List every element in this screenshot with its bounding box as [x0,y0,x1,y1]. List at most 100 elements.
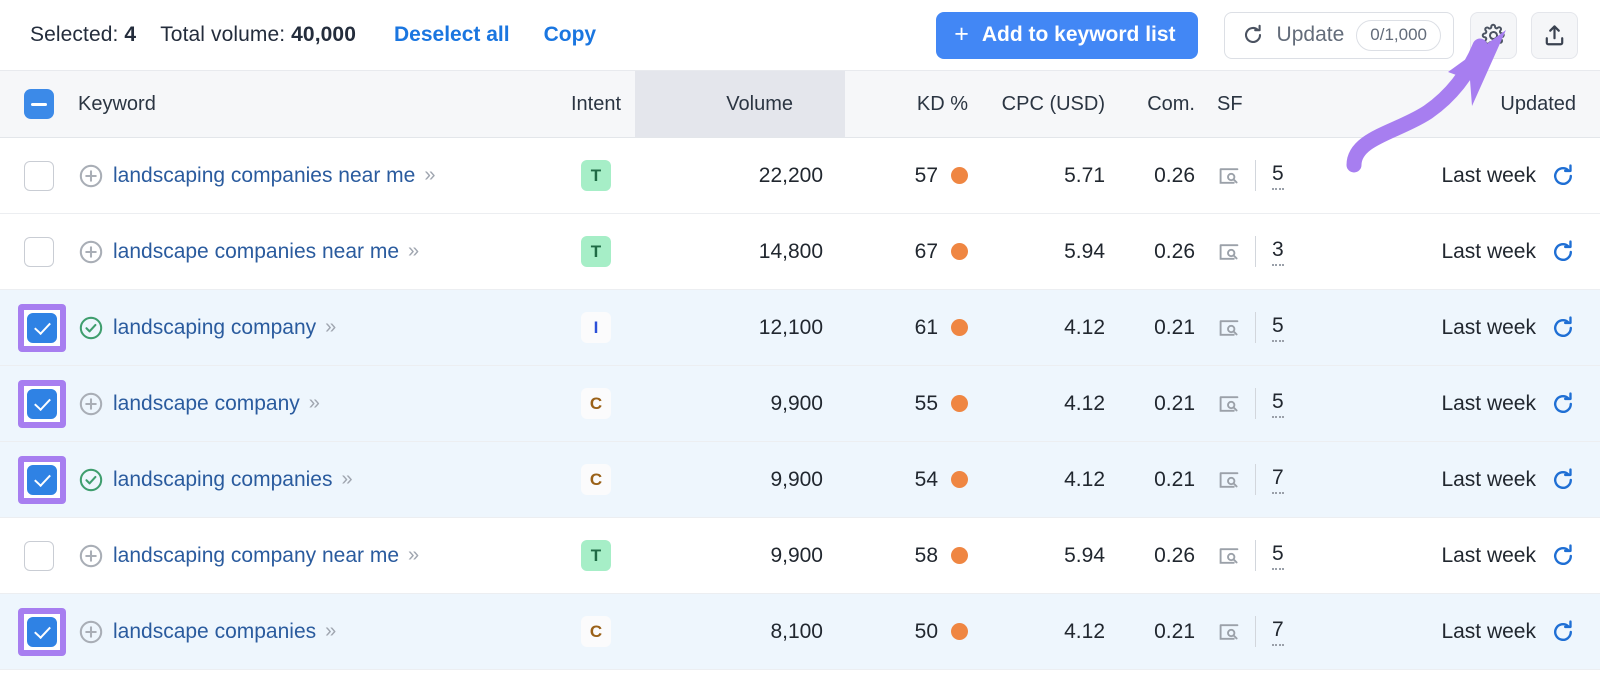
intent-badge[interactable]: C [581,464,611,495]
kd-difficulty-dot [951,167,968,184]
add-circle-icon[interactable] [78,163,104,189]
serp-preview-icon[interactable] [1217,240,1241,264]
header-cell-updated[interactable]: Updated [1300,93,1600,116]
serp-preview-icon[interactable] [1217,164,1241,188]
row-cell-kd: 58 [845,544,978,568]
export-button[interactable] [1531,12,1578,59]
add-circle-icon[interactable] [78,391,104,417]
row-cell-updated: Last week [1300,239,1600,265]
keyword-link[interactable]: landscape companies [113,620,316,644]
sf-value[interactable]: 5 [1272,390,1284,418]
header-cell-kd[interactable]: KD % [845,93,978,116]
copy-button[interactable]: Copy [544,23,597,47]
keyword-link[interactable]: landscaping company [113,316,316,340]
row-checkbox[interactable] [27,465,57,495]
keyword-link[interactable]: landscape companies near me [113,240,399,264]
table-row[interactable]: landscape company»C9,900554.120.215Last … [0,366,1600,442]
table-row[interactable]: landscaping company»I12,100614.120.215La… [0,290,1600,366]
row-checkbox[interactable] [27,313,57,343]
deselect-all-button[interactable]: Deselect all [394,23,510,47]
serp-preview-icon[interactable] [1217,468,1241,492]
row-refresh-icon[interactable] [1550,619,1576,645]
row-refresh-icon[interactable] [1550,391,1576,417]
sf-value[interactable]: 7 [1272,466,1284,494]
keyword-link[interactable]: landscaping company near me [113,544,399,568]
sf-value[interactable]: 7 [1272,618,1284,646]
chevron-double-right-icon[interactable]: » [309,392,317,415]
serp-preview-icon[interactable] [1217,392,1241,416]
add-circle-icon[interactable] [78,619,104,645]
table-row[interactable]: landscape companies near me»T14,800675.9… [0,214,1600,290]
keyword-link[interactable]: landscaping companies near me [113,164,415,188]
cpc-value: 4.12 [1064,620,1105,644]
row-cell-com: 0.26 [1113,240,1195,264]
intent-badge[interactable]: T [581,540,611,571]
header-cell-com[interactable]: Com. [1113,93,1195,116]
row-cell-intent: T [557,540,635,571]
row-cell-kd: 67 [845,240,978,264]
sf-value[interactable]: 5 [1272,542,1284,570]
intent-badge[interactable]: C [581,388,611,419]
header-cell-sf[interactable]: SF [1195,93,1300,116]
keyword-link[interactable]: landscaping companies [113,468,332,492]
kd-wrapper: 54 [915,468,968,492]
row-checkbox[interactable] [24,237,54,267]
table-row[interactable]: landscaping companies near me»T22,200575… [0,138,1600,214]
header-label-updated: Updated [1500,93,1576,116]
chevron-double-right-icon[interactable]: » [341,468,349,491]
table-row[interactable]: landscape companies»C8,100504.120.217Las… [0,594,1600,670]
cpc-value: 5.94 [1064,544,1105,568]
selection-highlight-box [18,456,66,504]
com-value: 0.26 [1154,164,1195,188]
row-refresh-icon[interactable] [1550,315,1576,341]
table-row[interactable]: landscaping company near me » T 9,900 58 5.94… [0,518,1600,594]
row-checkbox[interactable] [27,389,57,419]
intent-badge[interactable]: T [581,160,611,191]
sf-value[interactable]: 5 [1272,162,1284,190]
row-refresh-icon[interactable] [1550,239,1576,265]
row-checkbox[interactable] [27,617,57,647]
sf-divider [1255,236,1256,267]
row-refresh-icon[interactable] [1550,543,1576,569]
header-cell-intent[interactable]: Intent [557,93,635,116]
updated-value: Last week [1441,240,1536,264]
select-all-checkbox[interactable] [24,89,54,119]
serp-preview-icon[interactable] [1217,620,1241,644]
intent-badge[interactable]: C [581,616,611,647]
add-circle-icon[interactable] [78,239,104,265]
intent-badge[interactable]: I [581,312,611,343]
row-checkbox[interactable] [24,541,54,571]
header-cell-keyword[interactable]: Keyword [78,93,557,116]
intent-badge[interactable]: T [581,236,611,267]
chevron-double-right-icon[interactable]: » [424,164,432,187]
header-cell-cpc[interactable]: CPC (USD) [978,93,1113,116]
settings-button[interactable] [1470,12,1517,59]
row-refresh-icon[interactable] [1550,163,1576,189]
row-refresh-icon[interactable] [1550,467,1576,493]
add-circle-icon[interactable] [78,543,104,569]
check-circle-icon[interactable] [78,467,104,493]
chevron-double-right-icon[interactable]: » [408,240,416,263]
kd-wrapper: 50 [915,620,968,644]
update-button[interactable]: Update 0/1,000 [1224,12,1454,59]
volume-value: 9,900 [770,544,823,568]
chevron-double-right-icon[interactable]: » [408,544,416,567]
selection-highlight-inner [24,310,60,346]
row-cell-intent: T [557,236,635,267]
sf-value[interactable]: 5 [1272,314,1284,342]
row-cell-intent: C [557,616,635,647]
row-checkbox[interactable] [24,161,54,191]
table-row[interactable]: landscaping companies»C9,900544.120.217L… [0,442,1600,518]
serp-preview-icon[interactable] [1217,316,1241,340]
add-to-keyword-list-button[interactable]: + Add to keyword list [936,12,1197,59]
volume-value: 14,800 [759,240,823,264]
chevron-double-right-icon[interactable]: » [325,620,333,643]
volume-value: 12,100 [759,316,823,340]
updated-value: Last week [1441,164,1536,188]
kd-value: 57 [915,164,938,188]
chevron-double-right-icon[interactable]: » [325,316,333,339]
keyword-link[interactable]: landscape company [113,392,300,416]
serp-preview-icon[interactable] [1217,544,1241,568]
sf-value[interactable]: 3 [1272,238,1284,266]
check-circle-icon[interactable] [78,315,104,341]
